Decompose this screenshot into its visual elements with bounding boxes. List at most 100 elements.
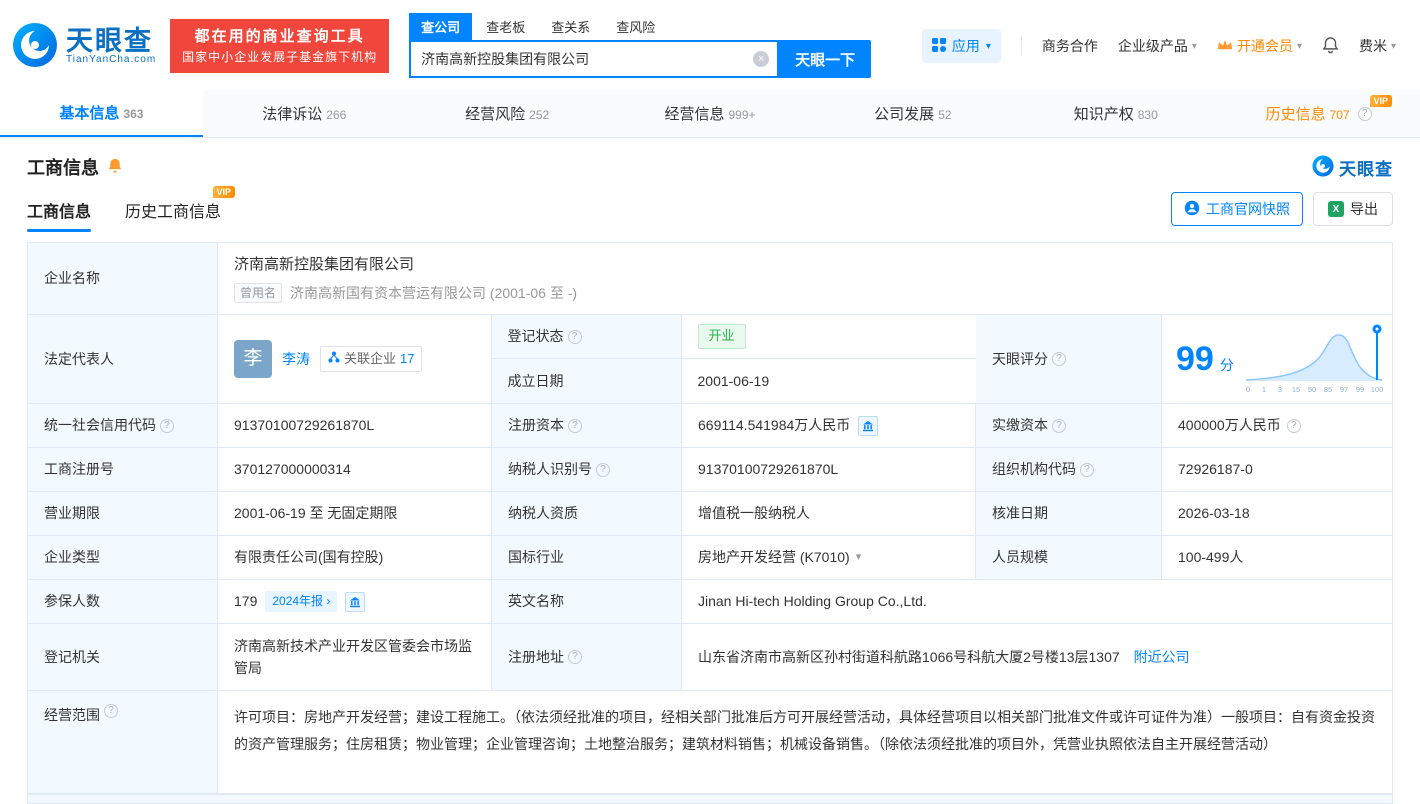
official-snapshot-button[interactable]: 工商官网快照 (1171, 192, 1303, 226)
subtab-history-business-info[interactable]: VIP 历史工商信息 (125, 186, 236, 232)
section-title: 工商信息 (27, 158, 99, 178)
score-unit: 分 (1219, 356, 1234, 373)
legal-rep-name-link[interactable]: 李涛 (282, 348, 310, 370)
next-row-peek (27, 794, 1393, 804)
establish-date-value: 2001-06-19 (681, 359, 976, 403)
credit-code-label: 统一社会信用代码 (28, 404, 218, 448)
nav-enterprise-products[interactable]: 企业级产品 (1118, 36, 1197, 56)
help-icon[interactable] (104, 704, 118, 718)
help-icon[interactable] (1286, 418, 1301, 433)
table-row: 统一社会信用代码 91370100729261870L 注册资本 669114.… (28, 404, 1392, 448)
brand-domain: TianYanCha.com (66, 53, 157, 65)
help-icon[interactable] (160, 418, 174, 433)
business-info-table: 企业名称 济南高新控股集团有限公司 曾用名 济南高新国有资本营运有限公司 (20… (27, 242, 1393, 794)
subscribe-bell-icon[interactable] (107, 157, 123, 177)
tab-intellectual-property[interactable]: 知识产权 830 (1014, 90, 1217, 137)
biz-scope-label: 经营范围 (28, 691, 218, 794)
apps-menu-button[interactable]: 应用 (921, 29, 1001, 63)
clear-icon[interactable] (753, 51, 770, 67)
insured-history-icon[interactable] (345, 591, 366, 612)
help-icon[interactable] (596, 462, 610, 477)
subtab-business-info[interactable]: 工商信息 (27, 198, 92, 232)
user-menu[interactable]: 费米 (1359, 36, 1396, 56)
svg-text:100: 100 (1371, 385, 1384, 394)
tianyancha-logo[interactable]: 天眼查 TianYanCha.com (12, 22, 156, 71)
chevron-down-icon (1391, 41, 1396, 52)
tab-legal-litigation[interactable]: 法律诉讼 266 (203, 90, 406, 137)
svg-text:0: 0 (1246, 385, 1250, 394)
tab-basic-info[interactable]: 基本信息 363 (0, 90, 203, 137)
english-name-label: 英文名称 (492, 580, 682, 624)
tianyancha-watermark: 天眼查 (1312, 154, 1393, 180)
staff-size-value: 100-499人 (1162, 536, 1392, 580)
tab-history-info[interactable]: VIP 历史信息 707 (1217, 90, 1420, 137)
search-tab-relation[interactable]: 查关系 (539, 13, 602, 40)
taxpayer-quality-value: 增值税一般纳税人 (682, 492, 976, 536)
snapshot-person-icon (1184, 200, 1200, 219)
search-button[interactable]: 天眼一下 (779, 40, 872, 78)
table-row: 工商注册号 370127000000314 纳税人识别号 91370100729… (28, 448, 1392, 492)
industry-value: 房地产开发经营 (K7010) (698, 549, 850, 566)
tab-operation-risk[interactable]: 经营风险 252 (406, 90, 609, 137)
apps-label: 应用 (951, 38, 980, 54)
biz-scope-value: 许可项目：房地产开发经营；建设工程施工。（依法须经批准的项目，经相关部门批准后方… (218, 691, 1392, 794)
crown-icon (1217, 38, 1233, 54)
score-value: 99 (1176, 340, 1214, 378)
brand-name: 天眼查 (66, 25, 153, 56)
org-chart-icon (328, 349, 340, 370)
nav-open-vip[interactable]: 开通会员 (1217, 36, 1302, 56)
company-type-value: 有限责任公司(国有控股) (218, 536, 492, 580)
search-tab-boss[interactable]: 查老板 (474, 13, 537, 40)
page: 天眼查 TianYanCha.com 都在用的商业查询工具 国家中小企业发展子基… (0, 0, 1420, 804)
industry-label: 国标行业 (492, 536, 682, 580)
main-content: 工商信息 天眼查 工商信息 VIP 历史工商信息 工商官网快照 X 导出 企业名… (0, 138, 1420, 804)
help-icon[interactable] (1357, 106, 1372, 121)
chevron-down-icon[interactable] (856, 549, 862, 567)
tianyancha-logo-icon (12, 22, 58, 71)
top-nav: 应用 商务合作 企业级产品 开通会员 (921, 29, 1396, 63)
tab-operation-info[interactable]: 经营信息 999+ (609, 90, 812, 137)
grid-icon (931, 37, 946, 55)
top-bar: 天眼查 TianYanCha.com 都在用的商业查询工具 国家中小企业发展子基… (0, 0, 1420, 90)
vip-badge: VIP (1369, 95, 1393, 107)
table-row: 经营范围 许可项目：房地产开发经营；建设工程施工。（依法须经批准的项目，经相关部… (28, 691, 1392, 794)
svg-text:99: 99 (1356, 385, 1364, 394)
search-box (409, 40, 780, 78)
tianyancha-logo-icon (1312, 154, 1334, 180)
search-tab-company[interactable]: 查公司 (409, 13, 473, 40)
help-icon[interactable] (568, 418, 582, 433)
capital-history-icon[interactable] (858, 415, 879, 436)
help-icon[interactable] (1080, 462, 1094, 477)
approve-date-label: 核准日期 (976, 492, 1162, 536)
nav-divider (1020, 37, 1022, 55)
address-value: 山东省济南市高新区孙村街道科航路1066号科航大厦2号楼13层1307 (698, 648, 1120, 665)
reg-status-label: 登记状态 (491, 315, 682, 359)
biz-term-label: 营业期限 (28, 492, 218, 536)
nav-business-cooperation[interactable]: 商务合作 (1042, 36, 1098, 56)
notification-bell[interactable] (1322, 36, 1339, 57)
search-tab-risk[interactable]: 查风险 (604, 13, 667, 40)
tab-company-development[interactable]: 公司发展 52 (811, 90, 1014, 137)
annual-report-badge[interactable]: 2024年报 (265, 590, 338, 613)
staff-size-label: 人员规模 (976, 536, 1162, 580)
nearby-companies-link[interactable]: 附近公司 (1134, 646, 1190, 668)
paid-capital-label: 实缴资本 (976, 404, 1162, 448)
svg-text:85: 85 (1324, 385, 1332, 394)
help-icon[interactable] (1052, 418, 1066, 433)
company-tabs: 基本信息 363 法律诉讼 266 经营风险 252 经营信息 999+ 公司发… (0, 90, 1420, 138)
svg-text:97: 97 (1340, 385, 1348, 394)
export-button[interactable]: 导出 (1313, 192, 1393, 226)
promo-banner: 都在用的商业查询工具 国家中小企业发展子基金旗下机构 (170, 18, 390, 74)
legal-rep-avatar[interactable]: 李 (234, 340, 272, 378)
table-row: 营业期限 2001-06-19 至 无固定期限 纳税人资质 增值税一般纳税人 核… (28, 492, 1392, 536)
former-name-value[interactable]: 济南高新国有资本营运有限公司 (2001-06 至 -) (290, 282, 577, 304)
help-icon[interactable] (1052, 352, 1066, 366)
english-name-value: Jinan Hi-tech Holding Group Co.,Ltd. (682, 580, 1392, 624)
credit-code-value: 91370100729261870L (218, 404, 492, 448)
chevron-down-icon (1297, 41, 1302, 52)
insured-label: 参保人数 (28, 580, 218, 624)
help-icon[interactable] (568, 650, 582, 664)
related-companies-pill[interactable]: 关联企业 17 (320, 345, 423, 373)
search-input[interactable] (421, 51, 754, 67)
help-icon[interactable] (567, 329, 582, 344)
